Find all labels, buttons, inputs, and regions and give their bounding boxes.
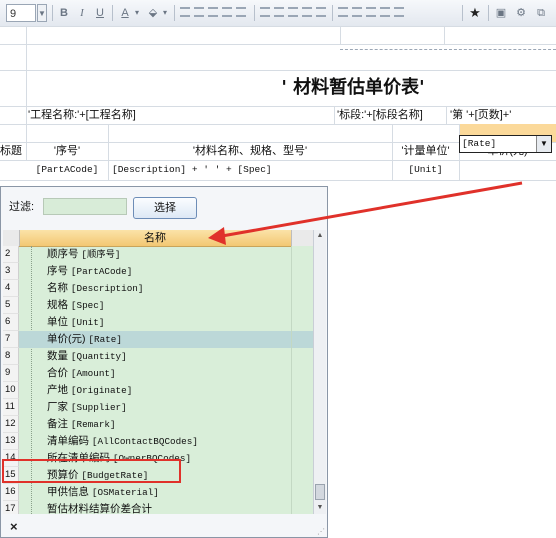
annotation-arrow bbox=[208, 181, 523, 245]
